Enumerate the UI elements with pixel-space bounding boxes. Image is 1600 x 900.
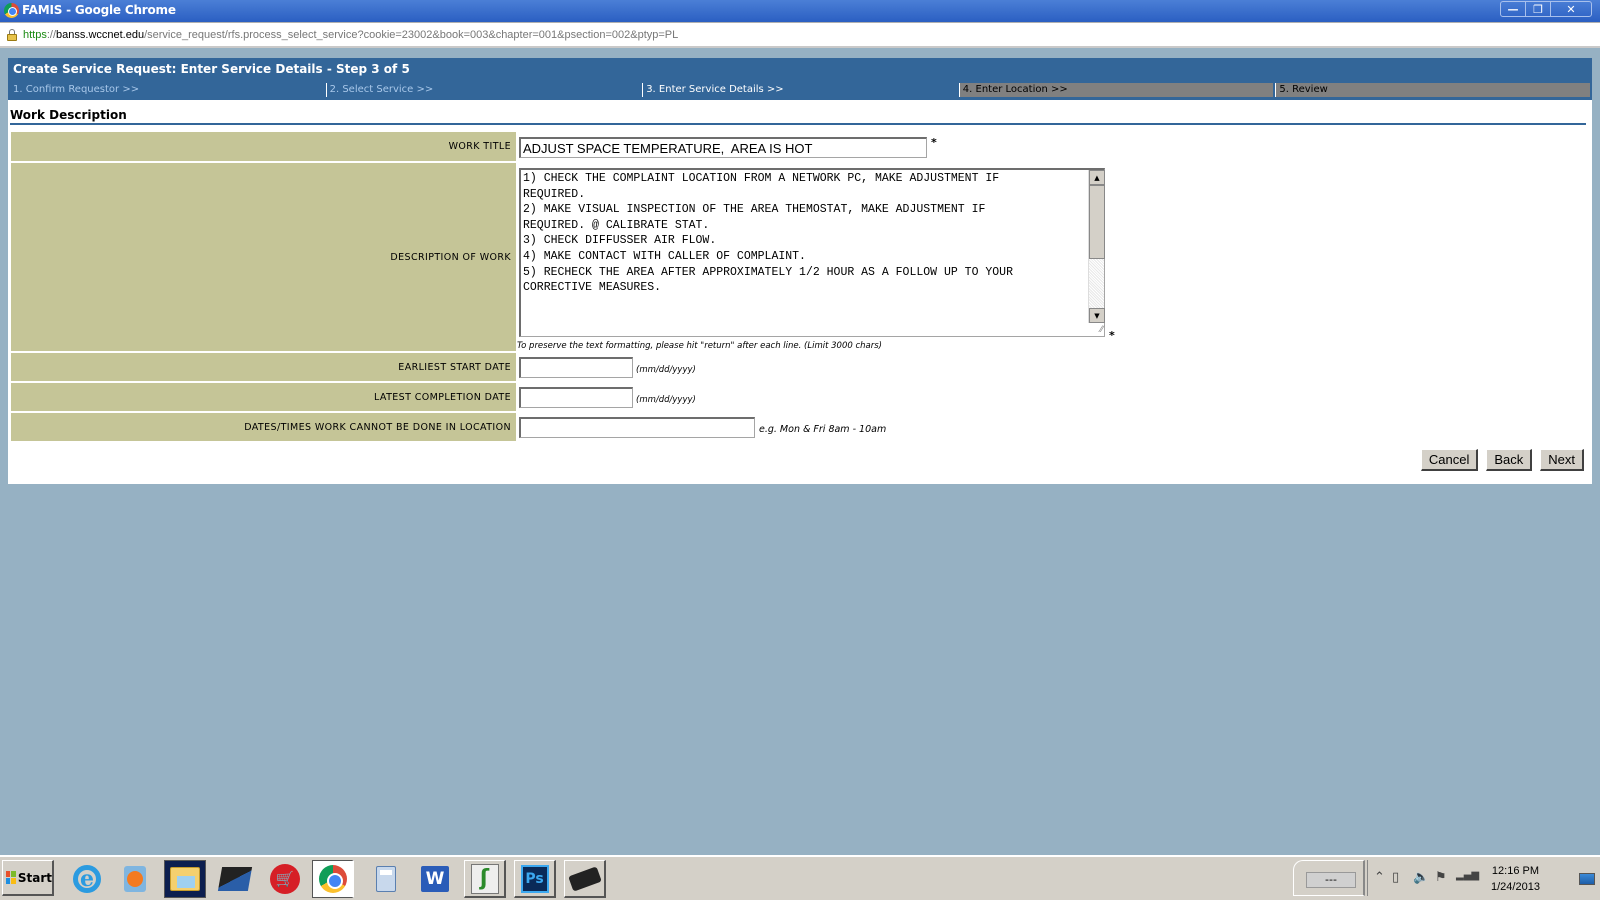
taskbar-internet-explorer[interactable]: e: [66, 860, 108, 898]
url-text[interactable]: https://banss.wccnet.edu/service_request…: [23, 29, 678, 41]
clock-date: 1/24/2013: [1491, 881, 1540, 893]
tray-expand-icon[interactable]: ⌃: [1374, 870, 1385, 885]
window-title: FAMIS - Google Chrome: [22, 3, 176, 17]
taskbar-google-chrome[interactable]: [312, 860, 354, 898]
taskbar-photoshop[interactable]: Ps: [514, 860, 556, 898]
battery-icon[interactable]: ▯: [1392, 870, 1399, 885]
start-button[interactable]: Start: [2, 860, 54, 896]
volume-icon[interactable]: 🔈: [1413, 870, 1429, 885]
step-enter-service-details: 3. Enter Service Details >>: [642, 83, 957, 97]
description-textarea[interactable]: 1) CHECK THE COMPLAINT LOCATION FROM A N…: [519, 168, 1105, 337]
laptop-icon: [217, 867, 253, 891]
calculator-icon: [376, 866, 396, 892]
minimize-button[interactable]: —: [1501, 2, 1526, 16]
description-text[interactable]: 1) CHECK THE COMPLAINT LOCATION FROM A N…: [523, 171, 1089, 335]
url-separator: ://: [46, 29, 57, 41]
address-bar[interactable]: https://banss.wccnet.edu/service_request…: [0, 22, 1600, 48]
clock-time: 12:16 PM: [1491, 865, 1540, 877]
description-label: DESCRIPTION OF WORK: [11, 163, 516, 351]
work-title-label: WORK TITLE: [11, 132, 516, 161]
next-button[interactable]: Next: [1540, 449, 1584, 471]
latest-completion-row: LATEST COMPLETION DATE (mm/dd/yyyy): [11, 383, 1587, 413]
language-bar[interactable]: ---: [1293, 860, 1365, 896]
network-signal-icon[interactable]: ▂▄▆: [1456, 870, 1479, 881]
language-indicator: ---: [1306, 872, 1356, 888]
tablet-icon: [567, 865, 602, 892]
scroll-thumb[interactable]: [1089, 185, 1105, 259]
form-buttons: Cancel Back Next: [1420, 449, 1584, 471]
media-player-icon: [124, 866, 146, 892]
wizard-steps: 1. Confirm Requestor >> 2. Select Servic…: [8, 80, 1592, 100]
url-host: banss.wccnet.edu: [56, 29, 145, 41]
cannot-be-done-hint: e.g. Mon & Fri 8am - 10am: [759, 424, 887, 435]
window-controls: — ❐ ✕: [1500, 1, 1592, 17]
chrome-logo-icon: [4, 3, 19, 18]
work-title-row: WORK TITLE *: [11, 132, 1587, 163]
start-label: Start: [17, 870, 52, 885]
back-button[interactable]: Back: [1486, 449, 1533, 471]
taskbar-tablet-app[interactable]: [564, 860, 606, 898]
description-row: DESCRIPTION OF WORK 1) CHECK THE COMPLAI…: [11, 163, 1587, 353]
section-title: Work Description: [10, 108, 127, 122]
scroll-down-icon[interactable]: ▼: [1089, 308, 1105, 323]
page-header: Create Service Request: Enter Service De…: [8, 58, 1592, 80]
scroll-up-icon[interactable]: ▲: [1089, 170, 1105, 185]
step-select-service[interactable]: 2. Select Service >>: [325, 83, 641, 97]
taskbar-media-player[interactable]: [114, 860, 156, 898]
taskbar-windows-explorer[interactable]: [164, 860, 206, 898]
taskbar-shopping-app[interactable]: 🛒: [264, 860, 306, 898]
resize-handle-icon[interactable]: ⁄⁄: [1100, 325, 1103, 335]
cannot-be-done-row: DATES/TIMES WORK CANNOT BE DONE IN LOCAT…: [11, 413, 1587, 443]
photoshop-icon: Ps: [520, 864, 549, 893]
word-icon: W: [421, 866, 449, 892]
date-format-hint: (mm/dd/yyyy): [636, 395, 696, 405]
work-description-form: WORK TITLE * DESCRIPTION OF WORK 1) CHEC…: [11, 132, 1587, 443]
description-hint: To preserve the text formatting, please …: [517, 341, 882, 351]
taskbar-word[interactable]: W: [414, 860, 456, 898]
action-center-flag-icon[interactable]: ⚑: [1435, 870, 1447, 885]
description-scrollbar[interactable]: ▲ ▼: [1088, 170, 1105, 323]
step-enter-location: 4. Enter Location >>: [958, 83, 1274, 97]
taskbar-laptop-app[interactable]: [214, 860, 256, 898]
cannot-be-done-label: DATES/TIMES WORK CANNOT BE DONE IN LOCAT…: [11, 413, 516, 441]
section-divider: [10, 123, 1586, 125]
close-button[interactable]: ✕: [1551, 2, 1591, 16]
earliest-start-row: EARLIEST START DATE (mm/dd/yyyy): [11, 353, 1587, 383]
step-review: 5. Review: [1275, 83, 1590, 97]
work-title-input[interactable]: [519, 137, 927, 158]
window-title-bar: FAMIS - Google Chrome — ❐ ✕: [0, 0, 1600, 22]
restore-button[interactable]: ❐: [1526, 2, 1551, 16]
cancel-button[interactable]: Cancel: [1420, 449, 1479, 471]
taskbar-calculator[interactable]: [365, 860, 407, 898]
windows-logo-icon: [6, 871, 16, 884]
url-scheme: https: [23, 29, 47, 41]
taskbar: Start e 🛒 W ʃ Ps --- ⌃ ▯ 🔈 ⚑ ▂▄▆ 12:16 P…: [0, 855, 1600, 900]
folder-icon: [170, 867, 200, 891]
url-path: /service_request/rfs.process_select_serv…: [144, 29, 679, 41]
chrome-icon: [318, 865, 347, 893]
signature-icon: ʃ: [470, 863, 499, 894]
latest-completion-label: LATEST COMPLETION DATE: [11, 383, 516, 411]
system-tray: ⌃ ▯ 🔈 ⚑ ▂▄▆ 12:16 PM 1/24/2013: [1367, 860, 1600, 896]
shopping-cart-icon: 🛒: [270, 864, 300, 894]
internet-explorer-icon: e: [73, 865, 101, 893]
date-format-hint: (mm/dd/yyyy): [636, 365, 696, 375]
latest-completion-input[interactable]: [519, 387, 633, 408]
taskbar-signature-app[interactable]: ʃ: [464, 860, 506, 898]
cannot-be-done-input[interactable]: [519, 417, 755, 438]
earliest-start-input[interactable]: [519, 357, 633, 378]
required-marker: *: [1109, 329, 1115, 342]
required-marker: *: [931, 136, 937, 149]
clock[interactable]: 12:16 PM 1/24/2013: [1491, 863, 1540, 895]
show-desktop-icon[interactable]: [1579, 873, 1595, 885]
step-confirm-requestor[interactable]: 1. Confirm Requestor >>: [10, 83, 324, 97]
earliest-start-label: EARLIEST START DATE: [11, 353, 516, 381]
service-request-page: Create Service Request: Enter Service De…: [8, 58, 1592, 484]
lock-icon[interactable]: [7, 29, 17, 41]
